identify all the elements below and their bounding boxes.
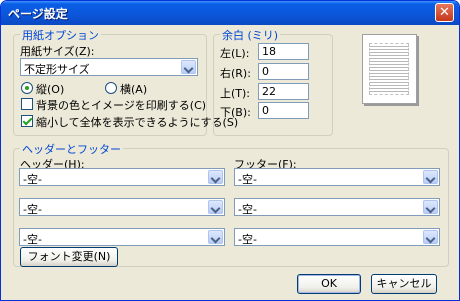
close-icon: ✕	[439, 5, 450, 20]
title-bar[interactable]: ページ設定 ✕	[1, 1, 459, 25]
paper-size-value: 不定形サイズ	[24, 63, 90, 76]
header-select[interactable]: -空-	[19, 198, 225, 216]
paper-size-label: 用紙サイズ(Z):	[20, 45, 95, 58]
portrait-label[interactable]: 縦(O)	[36, 81, 64, 97]
footer-select[interactable]: -空-	[234, 198, 440, 216]
header-select-value: -空-	[23, 233, 42, 246]
chevron-down-icon[interactable]	[208, 170, 223, 184]
landscape-label[interactable]: 横(A)	[120, 81, 147, 97]
paper-size-select[interactable]: 不定形サイズ	[20, 58, 198, 76]
margin-left-input[interactable]: 18	[258, 43, 309, 60]
header-footer-caption: ヘッダーとフッター	[20, 141, 123, 157]
footer-select-value: -空-	[238, 173, 257, 186]
landscape-radio[interactable]	[105, 82, 117, 94]
chevron-down-icon[interactable]	[181, 60, 196, 74]
chevron-down-icon[interactable]	[208, 230, 223, 244]
chevron-down-icon[interactable]	[423, 170, 438, 184]
window-title: ページ設定	[8, 7, 68, 21]
margins-caption: 余白 (ミリ)	[220, 27, 281, 43]
header-select[interactable]: -空-	[19, 168, 225, 186]
shrink-to-fit-checkbox[interactable]	[21, 115, 33, 127]
footer-select-value: -空-	[238, 233, 257, 246]
shrink-to-fit-label[interactable]: 縮小して全体を表示できるようにする(S)	[36, 114, 238, 130]
header-select-value: -空-	[23, 203, 42, 216]
print-background-checkbox[interactable]	[21, 98, 33, 110]
chevron-down-icon[interactable]	[208, 200, 223, 214]
page-preview-content	[369, 43, 409, 95]
margin-top-label: 上(T):	[220, 87, 251, 100]
footer-select[interactable]: -空-	[234, 168, 440, 186]
ok-button[interactable]: OK	[297, 274, 361, 294]
margin-right-label: 右(R):	[220, 67, 251, 80]
header-select-value: -空-	[23, 173, 42, 186]
margin-right-input[interactable]: 0	[258, 63, 309, 80]
chevron-down-icon[interactable]	[423, 200, 438, 214]
close-button[interactable]: ✕	[435, 3, 454, 22]
margin-right-value: 0	[262, 65, 269, 78]
print-background-label[interactable]: 背景の色とイメージを印刷する(C)	[36, 97, 206, 113]
paper-options-caption: 用紙オプション	[20, 27, 101, 43]
margin-top-value: 22	[262, 85, 276, 98]
margin-left-label: 左(L):	[220, 47, 250, 60]
chevron-down-icon[interactable]	[423, 230, 438, 244]
header-select[interactable]: -空-	[19, 228, 225, 246]
margin-top-input[interactable]: 22	[258, 83, 309, 100]
cancel-button[interactable]: キャンセル	[371, 274, 437, 294]
change-font-button[interactable]: フォント変更(N)	[20, 247, 118, 267]
footer-select[interactable]: -空-	[234, 228, 440, 246]
page-setup-dialog: ページ設定 ✕ 用紙オプション 用紙サイズ(Z): 不定形サイズ 縦(O) 横(…	[0, 0, 460, 301]
margin-bottom-input[interactable]: 0	[258, 102, 309, 119]
page-preview	[362, 34, 417, 104]
margin-bottom-label: 下(B):	[220, 106, 251, 119]
margin-bottom-value: 0	[262, 104, 269, 117]
margin-left-value: 18	[262, 45, 276, 58]
portrait-radio[interactable]	[21, 82, 33, 94]
footer-select-value: -空-	[238, 203, 257, 216]
